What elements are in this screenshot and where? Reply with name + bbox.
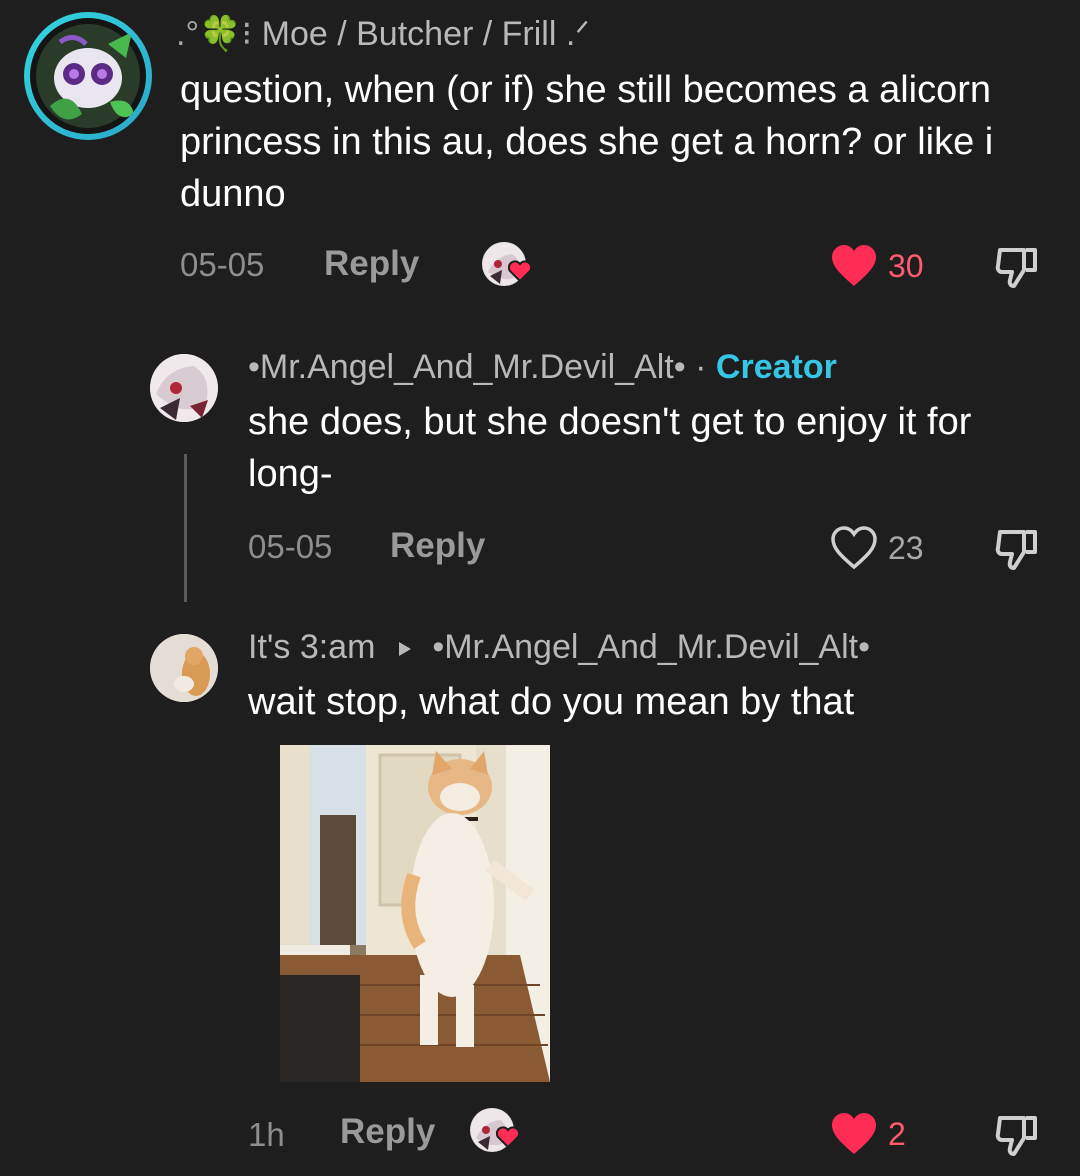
like-count: 2 [888,1116,906,1152]
thumbs-down-icon[interactable] [994,1112,1040,1158]
username-text: •Mr.Angel_And_Mr.Devil_Alt• [248,348,686,386]
username-text: It's 3:am [248,628,376,666]
comment-date: 05-05 [248,528,333,565]
thumbs-down-icon[interactable] [994,244,1040,290]
like-button[interactable]: 2 [830,1108,940,1158]
comment-username[interactable]: It's 3:am •Mr.Angel_And_Mr.Devil_Alt• [248,628,870,667]
avatar-its-3am[interactable] [150,634,218,702]
creator-liked-avatar [470,1108,520,1152]
thread-line [184,454,187,602]
heart-filled-icon [832,245,876,286]
comment-username[interactable]: .°🍀⁝ Moe / Butcher / Frill .ᐟ [176,14,590,54]
comment-date: 1h [248,1116,285,1153]
comment-text: question, when (or if) she still becomes… [180,69,994,215]
comment-image-standing-cat[interactable] [280,745,550,1082]
comment-username[interactable]: •Mr.Angel_And_Mr.Devil_Alt• · Creator [248,348,837,387]
heart-outline-icon [831,526,877,570]
username-text: Moe / Butcher / Frill .ᐟ [261,15,590,53]
like-count: 30 [888,248,924,284]
username-decoration: .°🍀⁝ [176,15,253,53]
heart-badge-icon [508,260,532,282]
avatar-moe[interactable] [24,12,152,140]
heart-filled-icon [832,1113,876,1154]
creator-liked-avatar [482,242,532,286]
thumbs-down-icon[interactable] [994,526,1040,572]
reply-button[interactable]: Reply [340,1112,435,1152]
heart-badge-icon [496,1126,520,1148]
reply-button[interactable]: Reply [324,244,419,284]
separator-dot: · [695,348,707,386]
like-button[interactable]: 23 [830,522,950,572]
creator-badge: Creator [715,348,837,386]
comment-text: wait stop, what do you mean by that [248,681,855,723]
like-button[interactable]: 30 [830,240,950,290]
comment-date: 05-05 [180,246,265,283]
like-count: 23 [888,530,924,566]
reply-to-username: •Mr.Angel_And_Mr.Devil_Alt• [432,628,870,666]
avatar-creator[interactable] [150,354,218,422]
reply-button[interactable]: Reply [390,526,485,566]
comment-text: she does, but she doesn't get to enjoy i… [248,401,972,495]
triangle-right-icon [398,642,411,657]
